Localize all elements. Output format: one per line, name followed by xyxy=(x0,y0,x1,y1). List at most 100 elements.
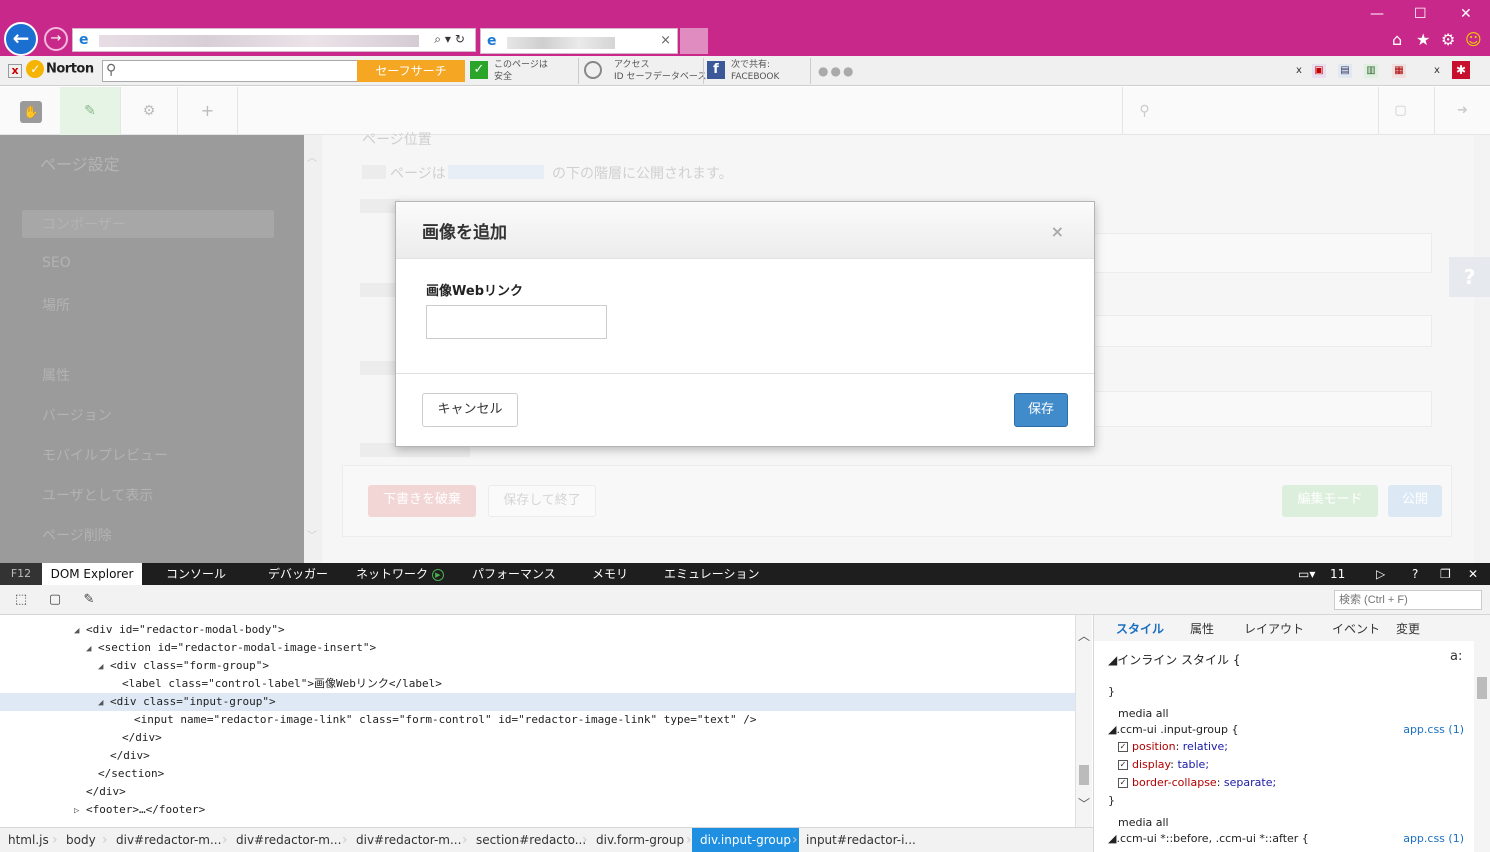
dom-node[interactable]: <input name="redactor-image-link" class=… xyxy=(0,711,1075,729)
tab-emulation[interactable]: エミュレーション xyxy=(664,563,760,585)
dom-node[interactable]: ◢ <div id="redactor-modal-body"> xyxy=(0,621,1075,639)
rule-selector[interactable]: ◢.ccm-ui *::before, .ccm-ui *::after { xyxy=(1108,832,1309,845)
tab-memory[interactable]: メモリ xyxy=(592,563,628,585)
sidebar-item-delete-page[interactable]: ページ削除 xyxy=(42,525,112,545)
highlight-icon[interactable]: ▢ xyxy=(46,591,64,609)
lastpass-icon[interactable]: ✱ xyxy=(1452,61,1470,79)
close-window-icon[interactable]: ✕ xyxy=(1460,6,1472,22)
dom-node[interactable]: </div> xyxy=(0,747,1075,765)
tab-console[interactable]: コンソール xyxy=(166,563,226,585)
cms-pages-icon[interactable]: ▢ xyxy=(1378,87,1422,135)
edit-mode-button[interactable]: 編集モード xyxy=(1282,485,1378,517)
document-mode-value[interactable]: 11 xyxy=(1330,563,1345,585)
norton-search-input[interactable]: ⚲ xyxy=(102,60,358,82)
expand-triangle-icon[interactable]: ◢ xyxy=(74,622,86,640)
content-field[interactable] xyxy=(1092,391,1432,427)
smiley-icon[interactable]: ☺ xyxy=(1465,30,1482,49)
settings-gear-icon[interactable]: ⚙ xyxy=(120,87,178,135)
minimize-icon[interactable]: — xyxy=(1370,6,1384,22)
content-field[interactable] xyxy=(1092,233,1432,273)
tab-layout[interactable]: レイアウト xyxy=(1244,620,1304,637)
breadcrumb-item[interactable]: div#redactor-m... xyxy=(116,828,221,852)
extension-close-icon[interactable]: x xyxy=(1430,64,1444,78)
inline-style-header[interactable]: ◢インライン スタイル { xyxy=(1108,651,1241,668)
address-bar[interactable]: e ⌕▾↻ xyxy=(72,28,476,52)
content-field[interactable] xyxy=(1092,315,1432,347)
norton-page-safe[interactable]: ✓ このページは 安全 xyxy=(470,58,576,84)
breadcrumb-item[interactable]: html.js xyxy=(8,828,49,852)
close-devtools-icon[interactable]: ✕ xyxy=(1468,563,1478,585)
extension-icon[interactable]: ▥ xyxy=(1364,64,1378,78)
cms-signout-icon[interactable]: ➜ xyxy=(1434,87,1490,135)
select-element-icon[interactable]: ⬚ xyxy=(12,591,30,609)
tab-performance[interactable]: パフォーマンス xyxy=(472,563,556,585)
maximize-icon[interactable]: ☐ xyxy=(1414,6,1427,22)
content-scrollbar[interactable] xyxy=(1474,135,1490,563)
address-tools-icon[interactable]: ⌕▾↻ xyxy=(434,32,469,47)
sidebar-item-attributes[interactable]: 属性 xyxy=(42,365,70,385)
breadcrumb-item[interactable]: section#redacto... xyxy=(476,828,586,852)
scroll-up-icon[interactable]: ︿ xyxy=(1078,627,1090,644)
dom-node[interactable]: </div> xyxy=(0,783,1075,801)
expand-triangle-icon[interactable]: ◢ xyxy=(86,640,98,658)
color-picker-icon[interactable]: ✎ xyxy=(80,591,98,609)
norton-safe-search-button[interactable]: セーフサーチ xyxy=(357,60,465,82)
modal-close-icon[interactable]: × xyxy=(1051,222,1064,241)
tab-events[interactable]: イベント xyxy=(1332,620,1380,637)
breadcrumb-item[interactable]: div#redactor-m... xyxy=(236,828,341,852)
add-plus-icon[interactable]: + xyxy=(178,87,238,135)
css-property[interactable]: ✓ position: relative; xyxy=(1118,740,1228,753)
sidebar-item-versions[interactable]: バージョン xyxy=(42,405,112,425)
dom-node[interactable]: </section> xyxy=(0,765,1075,783)
norton-close-icon[interactable]: x xyxy=(8,64,22,78)
sidebar-scrollbar[interactable]: ︿ ﹀ xyxy=(304,135,322,563)
save-and-exit-button[interactable]: 保存して終了 xyxy=(488,485,596,517)
rule-source-link[interactable]: app.css (1) xyxy=(1403,723,1464,736)
expand-triangle-icon[interactable]: ◢ xyxy=(98,658,110,676)
breadcrumb-item[interactable]: div#redactor-m... xyxy=(356,828,461,852)
dom-search-input[interactable] xyxy=(1334,590,1482,610)
extension-icon[interactable]: ▤ xyxy=(1338,64,1352,78)
tab-styles[interactable]: スタイル xyxy=(1116,620,1164,637)
scroll-thumb[interactable] xyxy=(1477,677,1487,699)
console-toggle-icon[interactable]: ▷ xyxy=(1376,563,1385,585)
norton-share-facebook[interactable]: f 次で共有: FACEBOOK xyxy=(707,58,807,84)
dom-node[interactable]: ◢ <section id="redactor-modal-image-inser… xyxy=(0,639,1075,657)
browser-tab[interactable]: e × xyxy=(480,28,678,54)
dom-tree-scrollbar[interactable]: ︿ ﹀ xyxy=(1075,615,1092,827)
dom-node-selected[interactable]: ◢ <div class="input-group"> xyxy=(0,693,1075,711)
css-property[interactable]: ✓ border-collapse: separate; xyxy=(1118,776,1276,789)
discard-draft-button[interactable]: 下書きを破棄 xyxy=(368,485,476,517)
sidebar-item-composer[interactable]: コンポーザー xyxy=(42,214,126,234)
document-mode-icon[interactable]: ▭▾ xyxy=(1298,563,1315,585)
image-web-link-input[interactable] xyxy=(426,305,607,339)
dom-node[interactable]: <label class="control-label">画像Webリンク</l… xyxy=(0,675,1075,693)
breadcrumb-item[interactable]: body xyxy=(66,828,96,852)
help-question-icon[interactable]: ? xyxy=(1449,257,1490,297)
star-icon[interactable]: ★ xyxy=(1416,30,1430,49)
dom-node[interactable]: </div> xyxy=(0,729,1075,747)
sidebar-item-location[interactable]: 場所 xyxy=(42,295,70,315)
help-icon[interactable]: ? xyxy=(1412,563,1418,585)
cancel-button[interactable]: キャンセル xyxy=(422,393,518,427)
extension-icon[interactable]: ▦ xyxy=(1392,64,1406,78)
tab-attributes[interactable]: 属性 xyxy=(1190,620,1214,637)
checkbox-icon[interactable]: ✓ xyxy=(1118,742,1128,752)
cms-logo-icon[interactable]: ✋ xyxy=(20,101,42,123)
styles-scrollbar[interactable] xyxy=(1474,641,1490,852)
more-icon[interactable]: ●●● xyxy=(818,64,855,78)
checkbox-icon[interactable]: ✓ xyxy=(1118,778,1128,788)
sidebar-item-mobile-preview[interactable]: モバイルプレビュー xyxy=(42,445,168,465)
cms-search-icon[interactable]: ⚲ xyxy=(1122,87,1166,135)
breadcrumb-item[interactable]: input#redactor-i... xyxy=(806,828,916,852)
chevron-up-icon[interactable]: ︿ xyxy=(307,149,317,164)
checkbox-icon[interactable]: ✓ xyxy=(1118,760,1128,770)
css-property[interactable]: ✓ display: table; xyxy=(1118,758,1209,771)
edit-pencil-icon[interactable]: ✎ xyxy=(60,87,120,135)
sidebar-item-view-as-user[interactable]: ユーザとして表示 xyxy=(42,485,153,505)
tab-debugger[interactable]: デバッガー xyxy=(268,563,328,585)
back-button[interactable]: ← xyxy=(4,22,38,56)
breadcrumb-item[interactable]: div.input-group xyxy=(692,828,799,852)
rule-source-link[interactable]: app.css (1) xyxy=(1403,832,1464,845)
dom-node[interactable]: ◢ <div class="form-group"> xyxy=(0,657,1075,675)
